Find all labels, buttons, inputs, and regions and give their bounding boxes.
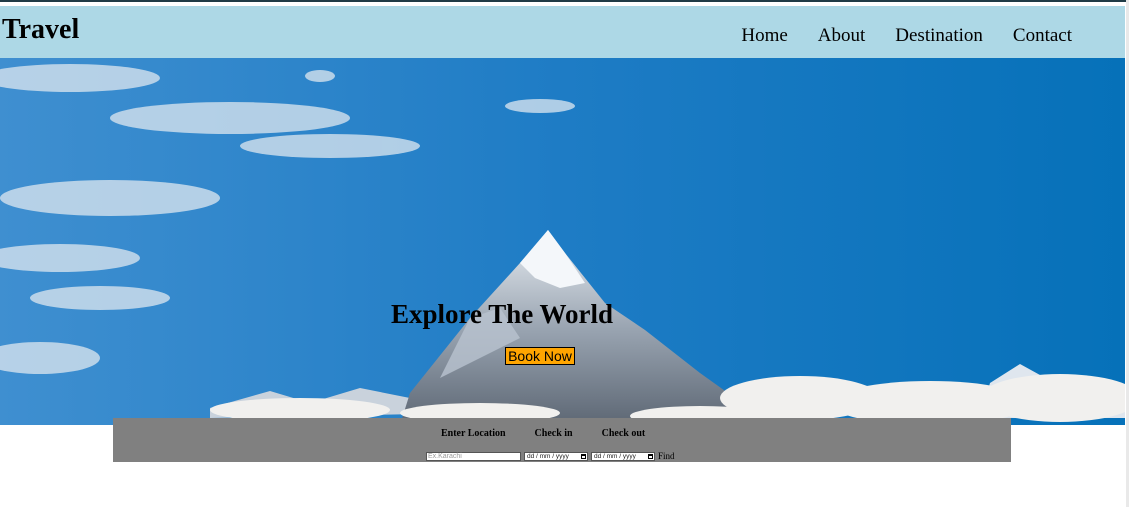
book-now-button[interactable]: Book Now <box>505 347 575 365</box>
nav-menu: Home About Destination Contact <box>741 25 1072 47</box>
checkin-date-value: dd / mm / yyyy <box>527 452 569 460</box>
hero-section: Explore The World Book Now <box>0 58 1125 425</box>
checkin-label: Check in <box>534 428 573 439</box>
checkin-date-input[interactable]: dd / mm / yyyy <box>524 451 588 461</box>
mountain-landscape-image <box>0 58 1125 425</box>
checkout-label: Check out <box>601 428 646 439</box>
location-input[interactable]: Ex.Karachi <box>426 451 521 461</box>
location-label: Enter Location <box>441 428 506 439</box>
nav-destination-link[interactable]: Destination <box>895 25 983 47</box>
top-border <box>0 0 1129 2</box>
nav-home-link[interactable]: Home <box>741 25 787 47</box>
find-button[interactable]: Find <box>658 451 675 461</box>
calendar-icon[interactable] <box>581 453 586 459</box>
nav-about-link[interactable]: About <box>818 25 866 47</box>
calendar-icon[interactable] <box>648 453 653 459</box>
nav-contact-link[interactable]: Contact <box>1013 25 1072 47</box>
booking-search-bar: Enter Location Check in Check out Ex.Kar… <box>113 418 1011 462</box>
navbar: Travel Home About Destination Contact <box>0 6 1125 58</box>
brand-logo[interactable]: Travel <box>2 14 79 46</box>
checkout-date-input[interactable]: dd / mm / yyyy <box>591 451 655 461</box>
search-controls: Ex.Karachi dd / mm / yyyy dd / mm / yyyy… <box>426 451 675 461</box>
hero-title: Explore The World <box>390 299 614 329</box>
checkout-date-value: dd / mm / yyyy <box>594 452 636 460</box>
search-labels: Enter Location Check in Check out <box>441 428 645 439</box>
